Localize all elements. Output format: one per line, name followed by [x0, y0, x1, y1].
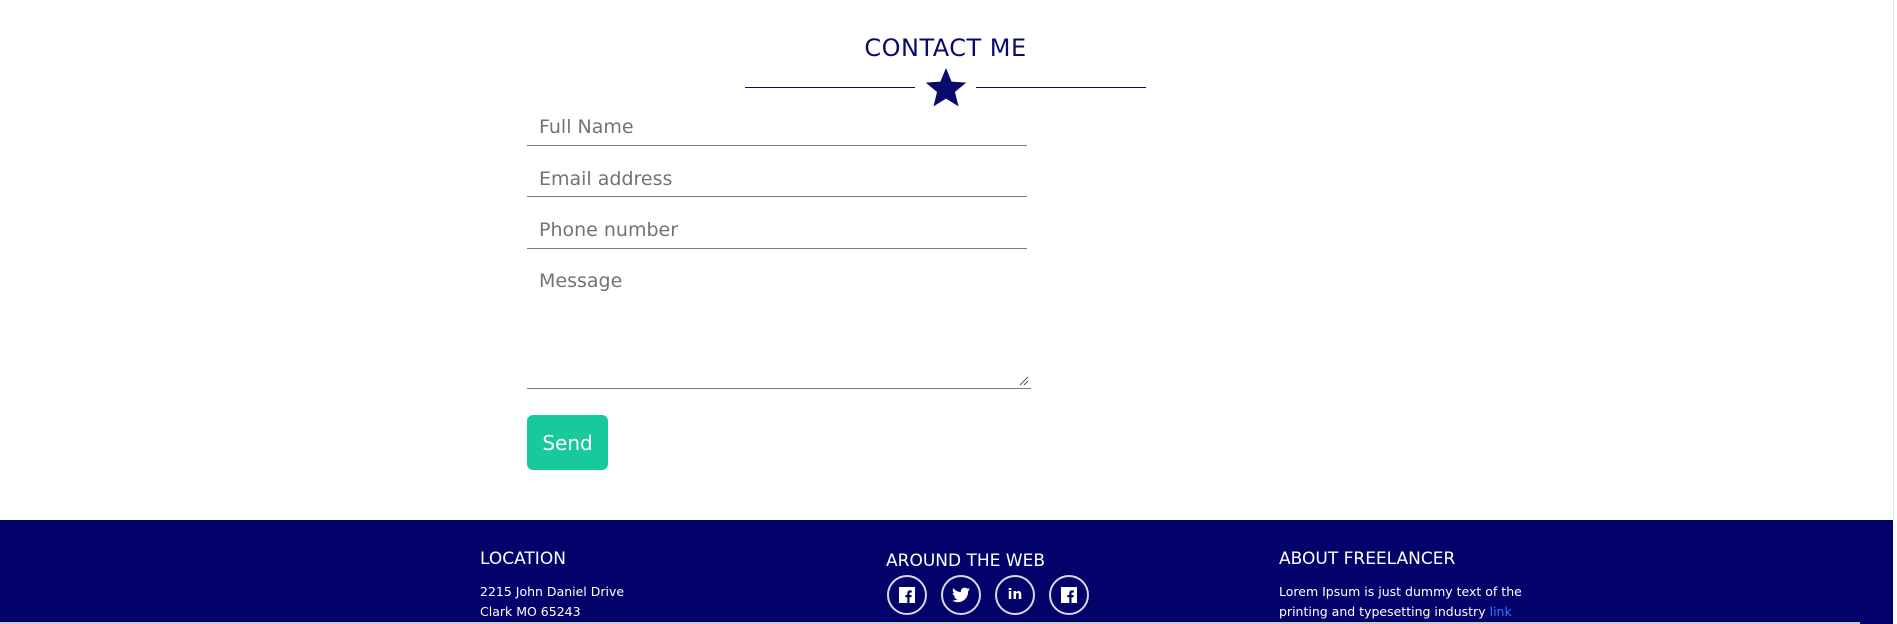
location-address-line2: Clark MO 65243 — [480, 604, 581, 619]
footer: LOCATION 2215 John Daniel Drive Clark MO… — [0, 520, 1893, 624]
star-icon — [925, 68, 967, 107]
email-input[interactable]: Email address — [527, 163, 1027, 197]
facebook-icon — [899, 587, 915, 603]
linkedin-icon: in — [1007, 587, 1023, 603]
scrollbar-edge — [1893, 0, 1894, 520]
message-textarea[interactable]: Message — [527, 265, 1031, 389]
email-placeholder: Email address — [539, 168, 673, 190]
message-placeholder: Message — [539, 270, 623, 292]
about-title: ABOUT FREELANCER — [1279, 549, 1456, 569]
contact-section: CONTACT ME Full Name Email address Phone… — [0, 0, 1897, 520]
about-link[interactable]: link — [1490, 604, 1512, 619]
location-title: LOCATION — [480, 549, 566, 569]
about-text-line1: Lorem Ipsum is just dummy text of the — [1279, 584, 1522, 599]
full-name-placeholder: Full Name — [539, 116, 634, 138]
phone-input[interactable]: Phone number — [527, 215, 1027, 249]
location-address-line1: 2215 John Daniel Drive — [480, 584, 625, 599]
send-button[interactable]: Send — [527, 415, 608, 470]
facebook-link[interactable] — [887, 575, 927, 615]
contact-title: CONTACT ME — [864, 34, 1027, 62]
phone-placeholder: Phone number — [539, 219, 679, 241]
resize-handle-icon[interactable] — [1019, 376, 1029, 386]
about-text-line2-content: printing and typesetting industry — [1279, 604, 1486, 619]
linkedin-link[interactable]: in — [995, 575, 1035, 615]
twitter-link[interactable] — [941, 575, 981, 615]
facebook-icon — [1061, 587, 1077, 603]
divider-line-right — [976, 87, 1146, 88]
twitter-icon — [952, 587, 970, 603]
facebook-link-2[interactable] — [1049, 575, 1089, 615]
full-name-input[interactable]: Full Name — [527, 112, 1027, 146]
divider-line-left — [745, 87, 915, 88]
around-the-web-title: AROUND THE WEB — [886, 551, 1046, 571]
about-text-line2: printing and typesetting industry link — [1279, 604, 1512, 619]
